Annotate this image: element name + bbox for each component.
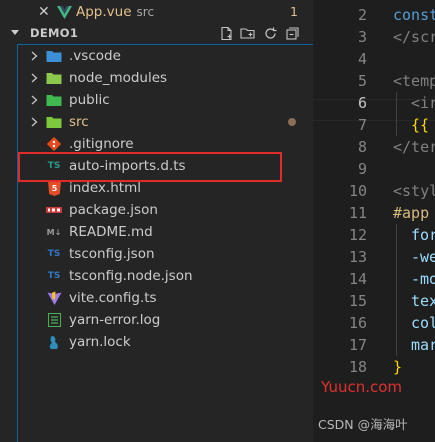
- node-folder-icon: [46, 70, 62, 86]
- open-editor-filename: App.vue src: [76, 3, 154, 21]
- tree-item-label: yarn-error.log: [69, 312, 161, 328]
- line-number: 18: [348, 358, 367, 376]
- line-number: 13: [348, 248, 367, 266]
- modified-dot: [288, 118, 296, 126]
- code-line[interactable]: </ter: [393, 136, 435, 158]
- explorer-panel: ✕ App.vue src 1 DEMO1 .vscode node_modules…: [0, 0, 313, 442]
- public-folder-icon: [46, 92, 62, 108]
- line-number: 8: [357, 138, 367, 156]
- close-editor-icon[interactable]: ✕: [38, 3, 50, 21]
- src-folder-icon: [46, 114, 62, 130]
- git-icon: [46, 136, 62, 152]
- line-number: 3: [357, 28, 367, 46]
- chevron-right-icon[interactable]: [31, 117, 38, 127]
- code-line[interactable]: mar: [411, 334, 435, 356]
- code-line[interactable]: </scr: [393, 26, 435, 48]
- line-number: 14: [348, 270, 367, 288]
- line-number: 15: [348, 292, 367, 310]
- indent-guide: [396, 224, 397, 356]
- file-item[interactable]: package.json: [18, 199, 313, 221]
- new-file-icon[interactable]: [218, 25, 234, 41]
- file-item[interactable]: M↓ README.md: [18, 221, 313, 243]
- file-item[interactable]: yarn.lock: [18, 331, 313, 353]
- line-number: 5: [357, 72, 367, 90]
- tree-item-label: node_modules: [69, 70, 168, 86]
- open-editor-file: App.vue: [76, 4, 132, 20]
- line-number: 10: [348, 182, 367, 200]
- vscode-folder-icon: [46, 48, 62, 64]
- file-item[interactable]: TS tsconfig.json: [18, 243, 313, 265]
- tree-item-label: yarn.lock: [69, 334, 131, 350]
- folder-item[interactable]: .vscode: [18, 45, 313, 67]
- chevron-right-icon[interactable]: [31, 51, 38, 61]
- code-line[interactable]: <ir: [411, 92, 435, 114]
- refresh-icon[interactable]: [262, 25, 278, 41]
- tree-item-label: vite.config.ts: [69, 290, 157, 306]
- folder-item[interactable]: public: [18, 89, 313, 111]
- line-number: 12: [348, 226, 367, 244]
- file-item[interactable]: yarn-error.log: [18, 309, 313, 331]
- html-icon: 5: [46, 180, 62, 196]
- chevron-down-icon[interactable]: [11, 30, 19, 35]
- vue-file-icon: [57, 6, 72, 19]
- file-item[interactable]: TS tsconfig.node.json: [18, 265, 313, 287]
- code-line[interactable]: const: [393, 4, 435, 26]
- line-number: 9: [357, 160, 367, 178]
- code-line[interactable]: {{: [411, 114, 429, 136]
- code-line[interactable]: col: [411, 312, 435, 334]
- line-number: 6: [357, 94, 367, 112]
- svg-text:5: 5: [51, 184, 57, 193]
- explorer-section-header[interactable]: DEMO1: [0, 22, 313, 44]
- folder-item[interactable]: src: [18, 111, 313, 133]
- log-icon: [46, 312, 62, 328]
- tree-item-label: README.md: [69, 224, 153, 240]
- line-number: 16: [348, 314, 367, 332]
- highlight-box: [18, 152, 282, 182]
- tree-item-label: src: [69, 114, 89, 130]
- code-line[interactable]: tex: [411, 290, 435, 312]
- new-folder-icon[interactable]: [240, 25, 256, 41]
- yarn-icon: [46, 334, 62, 350]
- npm-icon: [46, 202, 62, 218]
- code-line[interactable]: -mo: [411, 268, 435, 290]
- line-number: 17: [348, 336, 367, 354]
- file-item[interactable]: vite.config.ts: [18, 287, 313, 309]
- site-watermark: Yuucn.com: [321, 378, 403, 396]
- tsconfig-icon: TS: [47, 271, 61, 281]
- line-number: 4: [357, 50, 367, 68]
- tsconfig-icon: TS: [47, 249, 61, 259]
- markdown-icon: M↓: [46, 227, 62, 237]
- problems-count-badge: 1: [290, 4, 298, 19]
- explorer-actions: [218, 25, 300, 41]
- open-editor-item[interactable]: ✕ App.vue src 1: [0, 1, 313, 22]
- section-title: DEMO1: [30, 26, 79, 40]
- open-editor-folder: src: [136, 5, 155, 19]
- line-number: 11: [348, 204, 367, 222]
- tree-item-label: tsconfig.json: [69, 246, 155, 262]
- indent-guide: [396, 92, 397, 136]
- vite-icon: [46, 290, 62, 306]
- line-number: 7: [357, 116, 367, 134]
- chevron-right-icon[interactable]: [31, 73, 38, 83]
- tree-item-label: tsconfig.node.json: [69, 268, 193, 284]
- code-line[interactable]: for: [411, 224, 435, 246]
- tree-item-label: .vscode: [69, 48, 121, 64]
- code-line[interactable]: }: [393, 356, 402, 378]
- tree-item-label: package.json: [69, 202, 158, 218]
- file-tree: .vscode node_modulespublic src .gitignore TS…: [17, 44, 313, 442]
- author-watermark: CSDN @海海叶: [318, 417, 408, 432]
- tree-item-label: .gitignore: [69, 136, 134, 152]
- tree-item-label: public: [69, 92, 110, 108]
- chevron-right-icon[interactable]: [31, 95, 38, 105]
- folder-item[interactable]: node_modules: [18, 67, 313, 89]
- code-line[interactable]: -we: [411, 246, 435, 268]
- code-line[interactable]: <styl: [393, 180, 435, 202]
- code-line[interactable]: <temp: [393, 70, 435, 92]
- collapse-all-icon[interactable]: [284, 25, 300, 41]
- line-number: 2: [357, 6, 367, 24]
- code-editor[interactable]: 2 3 4 5 6 7 8 9 10 11 12 13 14 15 16 17 18 const </scr <tem…: [313, 0, 435, 442]
- code-line[interactable]: #app: [393, 202, 429, 224]
